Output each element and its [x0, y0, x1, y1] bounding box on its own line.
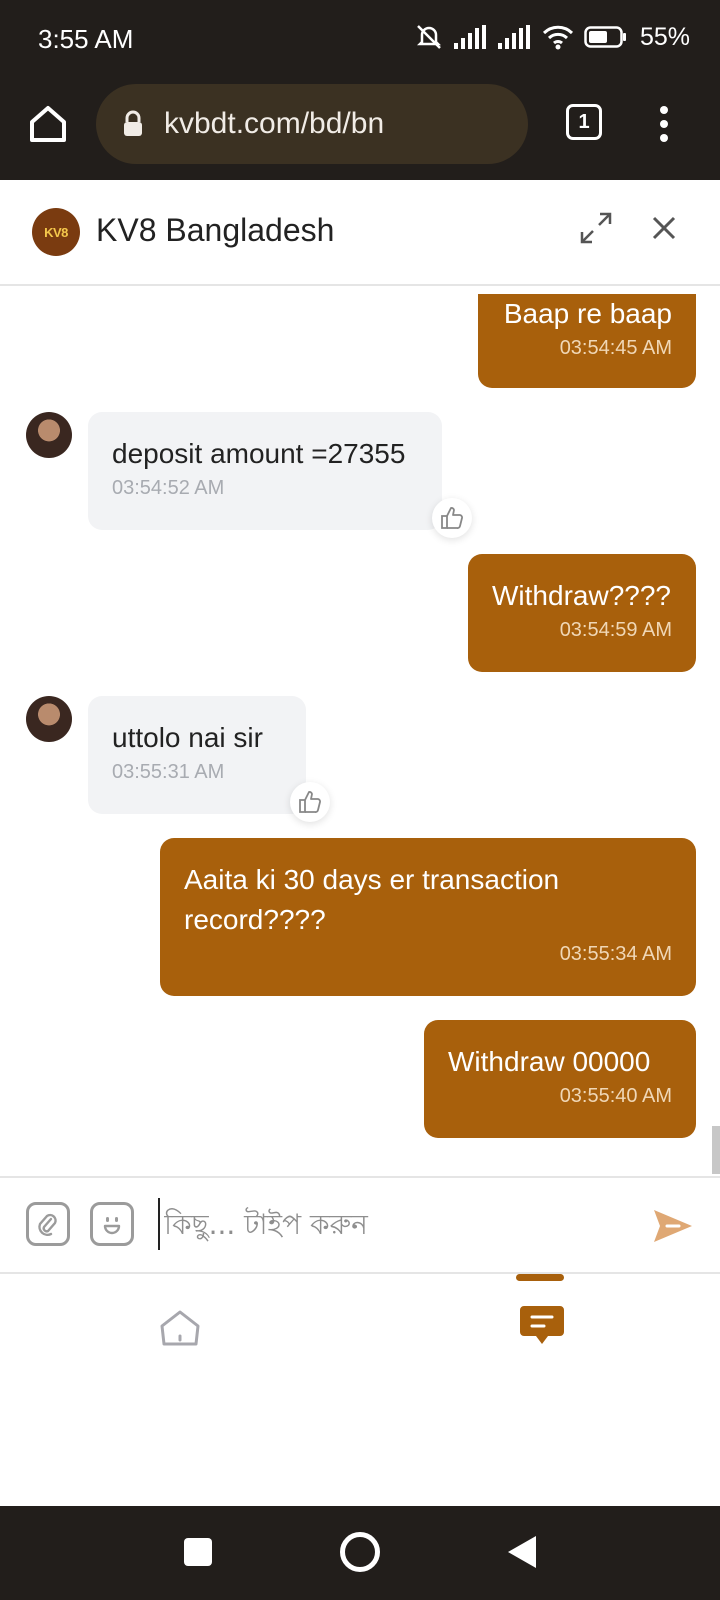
- bottom-tab-bar: [0, 1274, 720, 1506]
- system-navigation-bar: [0, 1506, 720, 1600]
- status-time: 3:55 AM: [38, 24, 134, 54]
- emoji-icon: [103, 1217, 121, 1235]
- message-outgoing: Withdraw???? 03:54:59 AM: [468, 554, 696, 672]
- status-bar: 3:55 AM 55%: [0, 0, 720, 80]
- lock-icon: [124, 110, 142, 136]
- like-button[interactable]: [432, 498, 472, 538]
- scrollbar-thumb[interactable]: [712, 1126, 720, 1174]
- thumbs-up-icon: [441, 507, 463, 529]
- message-list[interactable]: Baap re baap 03:54:45 AM deposit amount …: [0, 288, 720, 1176]
- expand-icon[interactable]: [578, 210, 614, 246]
- message-text: Baap re baap: [503, 298, 672, 329]
- message-text: Aaita ki 30 days er transaction record??…: [184, 864, 560, 935]
- message-text: uttolo nai sir: [112, 722, 263, 753]
- composer: [0, 1176, 720, 1274]
- address-bar[interactable]: kvbdt.com/bd/bn: [96, 84, 528, 164]
- status-icons: 55%: [414, 22, 690, 52]
- chat-icon[interactable]: [518, 1302, 566, 1350]
- message-time: 03:54:52 AM: [112, 477, 225, 499]
- message-incoming: uttolo nai sir 03:55:31 AM: [88, 696, 306, 814]
- attach-button[interactable]: [26, 1202, 70, 1246]
- message-text: deposit amount =27355: [112, 438, 406, 469]
- thumbs-up-icon: [299, 791, 321, 813]
- agent-avatar: [26, 412, 72, 458]
- chat-header: KV8 KV8 Bangladesh: [0, 180, 720, 286]
- home-button[interactable]: [340, 1532, 380, 1572]
- active-tab-indicator: [516, 1274, 564, 1281]
- message-outgoing: Withdraw 00000 03:55:40 AM: [424, 1020, 696, 1138]
- mute-icon: [416, 25, 441, 49]
- brand-logo: KV8: [32, 208, 80, 256]
- back-button[interactable]: [508, 1536, 536, 1568]
- agent-avatar: [26, 696, 72, 742]
- message-time: 03:55:40 AM: [559, 1085, 672, 1107]
- home-icon[interactable]: [156, 1304, 204, 1352]
- battery-percent: 55%: [639, 22, 690, 51]
- like-button[interactable]: [290, 782, 330, 822]
- message-time: 03:55:31 AM: [112, 761, 225, 783]
- message-text: Withdraw????: [492, 580, 671, 611]
- browser-toolbar: kvbdt.com/bd/bn 1: [0, 80, 720, 180]
- wifi-icon: [542, 25, 574, 50]
- message-outgoing: Baap re baap 03:54:45 AM: [478, 294, 696, 388]
- message-outgoing: Aaita ki 30 days er transaction record??…: [160, 838, 696, 996]
- brand-logo-text: KV8: [44, 224, 68, 240]
- message-time: 03:54:59 AM: [559, 619, 672, 641]
- message-incoming: deposit amount =27355 03:54:52 AM: [88, 412, 442, 530]
- signal-icon: [453, 25, 486, 49]
- message-text: Withdraw 00000: [448, 1046, 651, 1077]
- close-icon[interactable]: [650, 214, 678, 242]
- signal-icon-2: [497, 25, 530, 49]
- emoji-button[interactable]: [90, 1202, 134, 1246]
- message-time: 03:55:34 AM: [559, 943, 672, 965]
- recents-button[interactable]: [184, 1538, 212, 1566]
- url-text: kvbdt.com/bd/bn: [164, 107, 385, 140]
- message-time: 03:54:45 AM: [559, 337, 672, 359]
- chat-title: KV8 Bangladesh: [96, 212, 335, 248]
- more-options-icon[interactable]: [654, 104, 674, 144]
- browser-home-icon[interactable]: [26, 102, 70, 146]
- send-icon[interactable]: [650, 1204, 694, 1248]
- battery-icon: [584, 26, 626, 48]
- tab-switcher-button[interactable]: 1: [566, 104, 602, 140]
- message-input[interactable]: [158, 1198, 608, 1250]
- attachment-icon: [38, 1213, 57, 1236]
